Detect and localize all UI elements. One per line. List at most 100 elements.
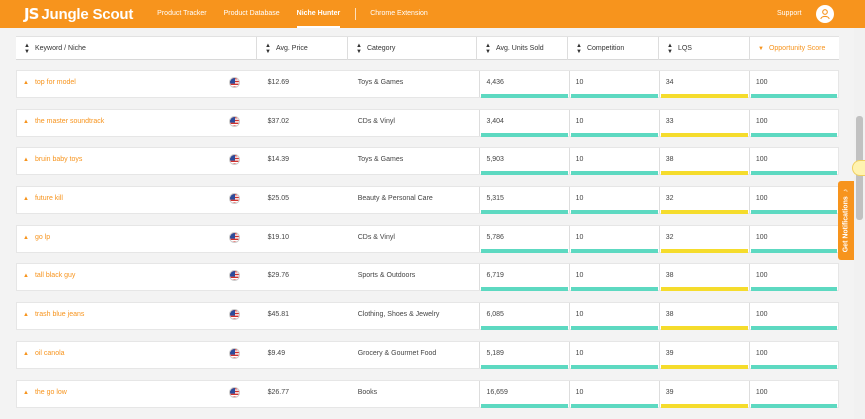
- competition-bar: [570, 403, 658, 408]
- scrollbar-track[interactable]: [854, 28, 865, 419]
- competition-value: 10: [575, 195, 584, 203]
- caret-up-icon[interactable]: ▲: [23, 80, 29, 86]
- keyword-link[interactable]: bruin baby toys: [35, 156, 82, 163]
- price-cell: $45.81: [267, 311, 289, 319]
- units-bar: [481, 326, 568, 331]
- table-row[interactable]: ▲ top for model $12.69 Toys & Games 4,436 10 3…: [16, 70, 839, 98]
- units-bar: [481, 94, 568, 98]
- nav-product-database[interactable]: Product Database: [224, 0, 280, 28]
- caret-up-icon[interactable]: ▲: [23, 196, 29, 202]
- table-row[interactable]: ▲ the master soundtrack $37.02 CDs & Vinyl 3…: [16, 108, 839, 137]
- keyword-cell[interactable]: ▲ trash blue jeans: [17, 303, 256, 329]
- nav-product-tracker[interactable]: Product Tracker: [157, 0, 206, 28]
- price-cell: $37.02: [267, 117, 289, 125]
- units-cell: 3,404: [479, 109, 568, 137]
- jungle-scout-logo[interactable]: JS Jungle Scout: [24, 5, 133, 23]
- keyword-link[interactable]: future kill: [35, 195, 63, 202]
- support-link[interactable]: Support: [777, 0, 802, 28]
- keyword-cell[interactable]: ▲ bruin baby toys: [17, 148, 256, 174]
- keyword-link[interactable]: tall black guy: [35, 272, 75, 279]
- opportunity-bar: [750, 326, 837, 331]
- nav-niche-hunter[interactable]: Niche Hunter: [296, 0, 340, 28]
- keyword-link[interactable]: trash blue jeans: [35, 311, 84, 318]
- caret-up-icon[interactable]: ▲: [23, 390, 29, 396]
- keyword-cell[interactable]: ▲ the go low: [17, 381, 256, 407]
- keyword-cell[interactable]: ▲ go lp: [17, 226, 256, 252]
- competition-cell: 10: [568, 71, 659, 98]
- opportunity-bar: [750, 132, 837, 137]
- lqs-cell: 32: [658, 225, 749, 253]
- col-keyword-niche[interactable]: ▲ ▼ Keyword / Niche: [16, 37, 257, 60]
- col-category[interactable]: ▲ ▼ Category: [348, 37, 477, 60]
- table-row[interactable]: ▲ go lp $19.10 CDs & Vinyl 5,786 10 32 100: [16, 224, 839, 253]
- keyword-link[interactable]: oil canola: [35, 350, 65, 357]
- lqs-cell: 39: [658, 380, 749, 408]
- opportunity-value: 100: [755, 388, 768, 396]
- opportunity-value: 100: [755, 79, 768, 86]
- opportunity-value: 100: [755, 233, 768, 241]
- nav-chrome-extension[interactable]: Chrome Extension: [370, 0, 428, 28]
- top-navbar: JS Jungle Scout Product Tracker Product …: [0, 0, 865, 28]
- units-cell: 5,189: [479, 341, 568, 369]
- col-label: Category: [366, 45, 396, 52]
- notification-handle[interactable]: [852, 160, 865, 176]
- table-row[interactable]: ▲ the go low $26.77 Books 16,659 10 39 100: [16, 379, 839, 408]
- competition-cell: 10: [568, 225, 659, 253]
- caret-up-icon[interactable]: ▲: [23, 235, 29, 241]
- col-avg-units-sold[interactable]: ▲ ▼ Avg. Units Sold: [477, 37, 568, 60]
- col-competition[interactable]: ▲ ▼ Competition: [568, 37, 659, 60]
- user-avatar[interactable]: [816, 5, 834, 23]
- category-cell: Toys & Games: [357, 79, 404, 86]
- caret-up-icon[interactable]: ▲: [23, 119, 29, 125]
- caret-up-icon[interactable]: ▲: [23, 157, 29, 163]
- table-body: ▲ top for model $12.69 Toys & Games 4,436 10 3…: [16, 70, 839, 418]
- table-row[interactable]: ▲ trash blue jeans $45.81 Clothing, Shoes &…: [16, 302, 839, 331]
- lqs-cell: 39: [658, 341, 749, 369]
- keyword-cell[interactable]: ▲ oil canola: [17, 342, 256, 368]
- keyword-cell[interactable]: ▲ future kill: [17, 187, 256, 213]
- keyword-link[interactable]: the go low: [35, 389, 67, 396]
- units-bar: [481, 403, 568, 408]
- competition-value: 10: [575, 117, 584, 125]
- table-row[interactable]: ▲ oil canola $9.49 Grocery & Gourmet Food 5,…: [16, 340, 839, 369]
- keyword-link[interactable]: go lp: [35, 234, 50, 241]
- units-cell: 6,719: [479, 264, 568, 292]
- competition-cell: 10: [568, 341, 659, 369]
- lqs-bar: [660, 326, 748, 331]
- us-flag-icon: [228, 309, 240, 321]
- keyword-cell[interactable]: ▲ top for model: [17, 71, 256, 97]
- caret-up-icon[interactable]: ▲: [23, 273, 29, 279]
- units-value: 16,659: [486, 388, 508, 396]
- us-flag-icon: [228, 193, 240, 205]
- col-avg-price[interactable]: ▲ ▼ Avg. Price: [257, 37, 348, 60]
- us-flag-icon: [228, 77, 240, 88]
- price-cell: $25.05: [267, 195, 289, 203]
- opportunity-value: 100: [755, 195, 768, 203]
- units-bar: [481, 364, 568, 369]
- keyword-cell[interactable]: ▲ the master soundtrack: [17, 110, 256, 136]
- col-lqs[interactable]: ▲ ▼ LQS: [659, 37, 750, 60]
- table-row[interactable]: ▲ bruin baby toys $14.39 Toys & Games 5,903 1…: [16, 147, 839, 176]
- opportunity-bar: [750, 287, 837, 292]
- us-flag-icon: [228, 270, 240, 282]
- keyword-link[interactable]: top for model: [35, 79, 76, 86]
- keyword-cell[interactable]: ▲ tall black guy: [17, 264, 256, 290]
- table-row[interactable]: ▲ future kill $25.05 Beauty & Personal Care…: [16, 186, 839, 215]
- category-cell: CDs & Vinyl: [357, 117, 395, 125]
- competition-value: 10: [575, 311, 584, 319]
- competition-cell: 10: [568, 148, 659, 176]
- units-cell: 5,786: [479, 225, 568, 253]
- competition-bar: [570, 94, 658, 98]
- main-nav: Product Tracker Product Database Niche H…: [157, 0, 445, 28]
- get-notifications-label: Get Notifications: [842, 196, 850, 253]
- competition-bar: [570, 364, 658, 369]
- caret-up-icon[interactable]: ▲: [23, 351, 29, 357]
- get-notifications-tab[interactable]: Get Notifications ♪: [838, 181, 854, 260]
- table-row[interactable]: ▲ tall black guy $29.76 Sports & Outdoors 6,…: [16, 263, 839, 292]
- sort-icon: ▲ ▼: [356, 42, 362, 55]
- lqs-bar: [660, 132, 748, 137]
- units-bar: [481, 171, 568, 176]
- caret-up-icon[interactable]: ▲: [23, 312, 29, 318]
- keyword-link[interactable]: the master soundtrack: [35, 118, 104, 125]
- col-opportunity-score[interactable]: ▼ Opportunity Score: [750, 37, 839, 60]
